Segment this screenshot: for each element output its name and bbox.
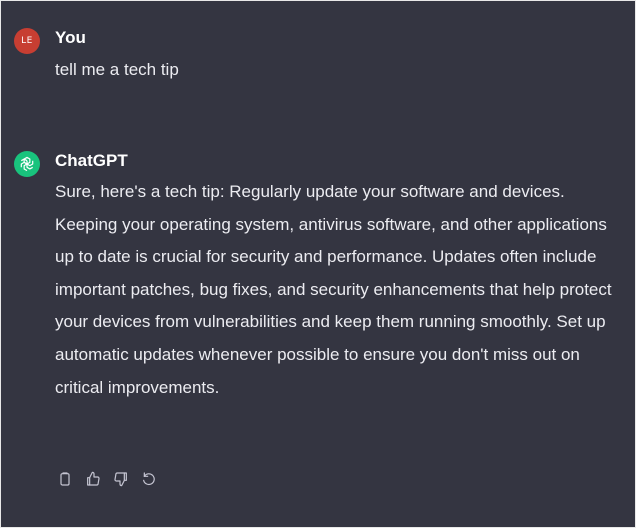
user-avatar: LE <box>14 28 40 54</box>
thumbs-down-icon <box>114 472 127 487</box>
user-avatar-initials: LE <box>21 36 33 46</box>
assistant-author-name: ChatGPT <box>55 151 128 170</box>
assistant-message-text: Sure, here's a tech tip: Regularly updat… <box>55 182 612 397</box>
thumbs-up-icon <box>87 471 100 486</box>
copy-button[interactable] <box>55 469 75 489</box>
openai-logo-icon <box>14 151 40 177</box>
message-actions <box>55 469 159 489</box>
regenerate-icon <box>143 472 155 486</box>
user-message-text: tell me a tech tip <box>55 60 179 79</box>
regenerate-button[interactable] <box>139 469 159 489</box>
thumbs-down-button[interactable] <box>111 469 131 489</box>
thumbs-up-button[interactable] <box>83 469 103 489</box>
user-author-name: You <box>55 28 86 47</box>
copy-icon <box>60 472 70 486</box>
chat-window: LE You tell me a tech tip ChatGPT Sure, … <box>0 0 636 528</box>
